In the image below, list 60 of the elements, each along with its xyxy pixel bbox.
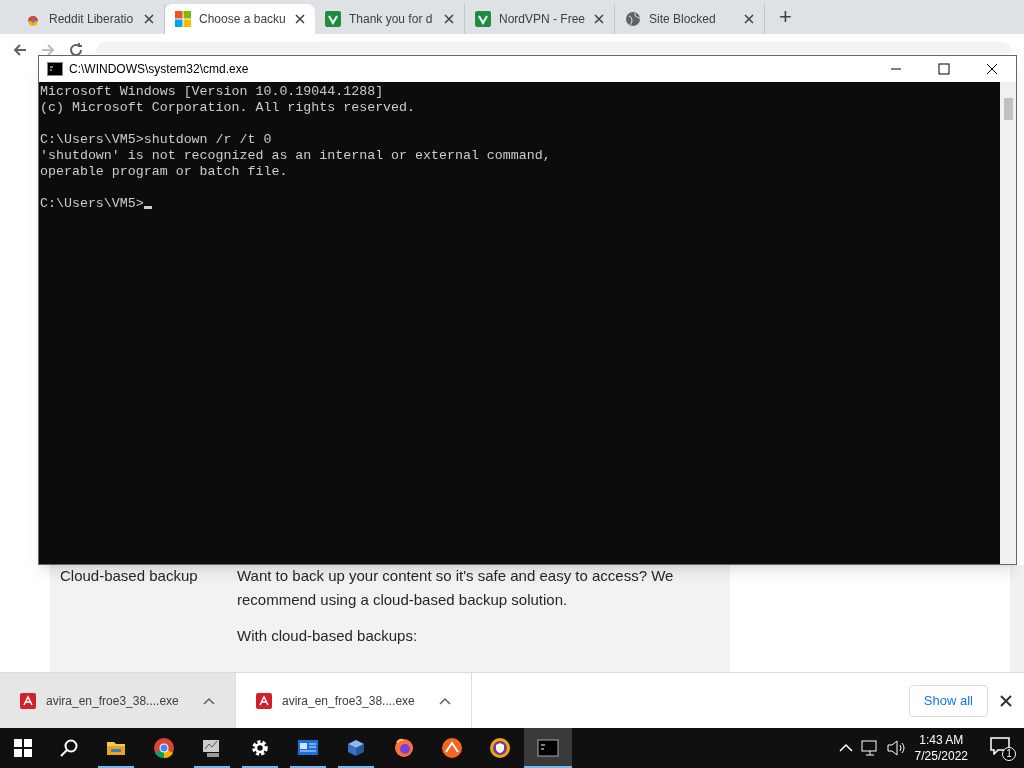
console-icon xyxy=(47,62,63,76)
maximize-icon[interactable] xyxy=(938,63,950,75)
taskbar-button[interactable] xyxy=(524,728,572,768)
row-label: Cloud-based backup xyxy=(60,566,199,586)
back-icon[interactable] xyxy=(12,42,28,58)
chevron-up-icon[interactable] xyxy=(838,743,853,753)
settings-icon xyxy=(249,737,271,759)
tab-title: NordVPN - Free xyxy=(499,11,586,28)
date-text: 7/25/2022 xyxy=(914,748,968,764)
tab-title: Thank you for d xyxy=(349,11,434,28)
close-icon[interactable] xyxy=(744,14,754,24)
window-title: C:\WINDOWS\system32\cmd.exe xyxy=(69,61,249,78)
start-icon[interactable] xyxy=(14,739,32,757)
close-icon[interactable] xyxy=(144,14,154,24)
caret-icon[interactable] xyxy=(203,696,215,705)
close-icon[interactable] xyxy=(986,63,998,75)
tab-title: Choose a backu xyxy=(199,11,287,28)
tab-title: Reddit Liberatio xyxy=(49,11,135,28)
paragraph: With cloud-based backups: xyxy=(237,626,419,646)
forward-icon[interactable] xyxy=(40,42,56,58)
close-icon[interactable] xyxy=(295,14,305,24)
console-line: Microsoft Windows [Version 10.0.19044.1288] xyxy=(40,84,384,99)
search-icon[interactable] xyxy=(60,739,78,757)
file-icon xyxy=(20,692,36,709)
round-logo-icon xyxy=(153,737,175,759)
network-icon[interactable] xyxy=(860,740,879,756)
paragraph: Want to back up your content so it's safe and easy to access? We recommend using a cloud-based backup solution. xyxy=(237,566,675,610)
time-text: 1:43 AM xyxy=(919,732,964,748)
console-line: (c) Microsoft Corporation. All rights reserved. xyxy=(40,100,416,115)
four-squares-icon xyxy=(175,11,191,27)
volume-icon[interactable] xyxy=(886,740,905,756)
caret-icon[interactable] xyxy=(439,696,451,705)
file-name: avira_en_froe3_38....exe xyxy=(46,692,180,710)
file-icon xyxy=(256,692,272,709)
console-line: C:\Users\VM5> xyxy=(40,196,144,211)
show-all-button[interactable]: Show all xyxy=(908,684,988,717)
checkmark-logo-icon xyxy=(325,11,341,27)
new-tab-button[interactable]: + xyxy=(779,6,792,28)
notification-badge: 1 xyxy=(1002,747,1016,761)
notification-icon[interactable] xyxy=(990,737,1010,755)
box-icon xyxy=(345,737,367,759)
globe-icon xyxy=(625,11,641,27)
console-line: operable program or batch file. xyxy=(40,164,288,179)
console-icon xyxy=(537,737,559,759)
close-icon[interactable] xyxy=(594,14,604,24)
console-scrollbar[interactable] xyxy=(1000,82,1016,564)
page-scrollbar[interactable] xyxy=(1010,565,1024,672)
triangle-logo-icon xyxy=(441,737,463,759)
checkmark-logo-icon xyxy=(475,11,491,27)
tab-title: Site Blocked xyxy=(649,11,717,28)
console-line: 'shutdown' is not recognized as an internal or external command, xyxy=(40,148,551,163)
browser-tab[interactable]: Choose a backu xyxy=(165,4,315,34)
clock[interactable]: 1:43 AM 7/25/2022 xyxy=(914,732,968,764)
file-name: avira_en_froe3_38....exe xyxy=(282,692,416,710)
reload-icon[interactable] xyxy=(68,42,84,58)
shield-icon xyxy=(489,737,511,759)
close-icon[interactable] xyxy=(1000,694,1012,707)
download-item[interactable]: avira_en_froe3_38....exe xyxy=(0,673,236,728)
close-icon[interactable] xyxy=(444,14,454,24)
console-line: C:\Users\VM5>shutdown /r /t 0 xyxy=(40,132,272,147)
